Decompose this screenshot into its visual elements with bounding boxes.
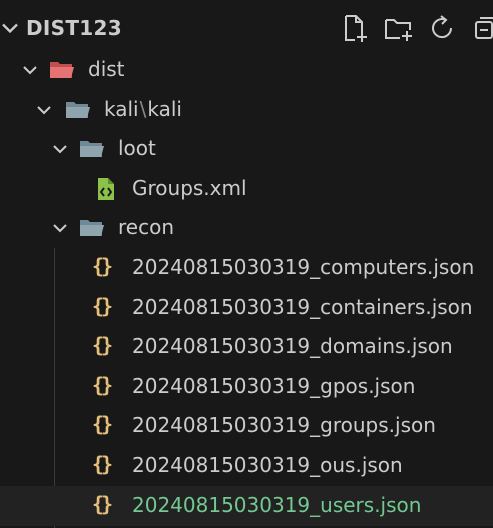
- tree-item-label: 20240815030319_ous.json: [132, 453, 403, 477]
- tree-item-json-file-selected[interactable]: {} 20240815030319_users.json: [0, 486, 493, 526]
- tree-item-groups-xml[interactable]: Groups.xml: [0, 169, 493, 209]
- tree-item-label: 20240815030319_users.json: [132, 493, 422, 517]
- tree-item-label: loot: [118, 136, 156, 160]
- chevron-down-icon[interactable]: [32, 98, 56, 122]
- tree-item-kali-kali[interactable]: kali\kali: [0, 90, 493, 130]
- tree-item-json-file[interactable]: {} 20240815030319_groups.json: [0, 406, 493, 446]
- new-folder-icon[interactable]: [382, 12, 414, 44]
- json-file-icon: {}: [92, 373, 113, 397]
- path-segment: kali: [147, 97, 182, 121]
- tree-item-label: 20240815030319_domains.json: [132, 334, 453, 358]
- folder-open-icon: [50, 62, 74, 78]
- tree-item-label: 20240815030319_gpos.json: [132, 374, 416, 398]
- xml-file-icon: [98, 178, 114, 200]
- json-file-icon: {}: [92, 452, 113, 476]
- chevron-down-icon[interactable]: [48, 137, 72, 161]
- tree-item-label: 20240815030319_containers.json: [132, 295, 473, 319]
- json-file-icon: {}: [92, 294, 113, 318]
- collapse-all-icon[interactable]: [470, 12, 493, 44]
- json-file-icon: {}: [92, 412, 113, 436]
- json-file-icon: {}: [92, 333, 113, 357]
- folder-open-icon: [80, 220, 104, 236]
- explorer-header: DIST123: [0, 0, 493, 56]
- tree-item-loot[interactable]: loot: [0, 129, 493, 169]
- tree-item-label: 20240815030319_computers.json: [132, 255, 475, 279]
- path-segment: kali: [104, 97, 139, 121]
- path-separator: \: [139, 97, 147, 121]
- tree-item-recon[interactable]: recon: [0, 208, 493, 248]
- tree-item-json-file[interactable]: {} 20240815030319_domains.json: [0, 327, 493, 367]
- chevron-down-icon[interactable]: [48, 216, 72, 240]
- tree-item-json-file[interactable]: {} 20240815030319_containers.json: [0, 288, 493, 328]
- chevron-down-icon[interactable]: [18, 58, 42, 82]
- tree-item-json-file[interactable]: {} 20240815030319_computers.json: [0, 248, 493, 288]
- new-file-icon[interactable]: [338, 12, 370, 44]
- chevron-down-icon[interactable]: [0, 14, 24, 42]
- json-file-icon: {}: [92, 492, 113, 516]
- tree-item-label: kali\kali: [104, 97, 182, 121]
- json-file-icon: {}: [92, 254, 113, 278]
- explorer-root-title[interactable]: DIST123: [26, 16, 122, 40]
- tree-item-dist[interactable]: dist: [0, 50, 493, 90]
- tree-item-json-file[interactable]: {} 20240815030319_ous.json: [0, 446, 493, 486]
- tree-item-label: 20240815030319_groups.json: [132, 413, 436, 437]
- refresh-icon[interactable]: [426, 12, 458, 44]
- tree-item-label: dist: [88, 57, 125, 81]
- folder-open-icon: [80, 141, 104, 157]
- tree-item-json-file[interactable]: {} 20240815030319_gpos.json: [0, 367, 493, 407]
- tree-item-label: recon: [118, 215, 174, 239]
- tree-item-label: Groups.xml: [132, 176, 247, 200]
- folder-open-icon: [66, 102, 90, 118]
